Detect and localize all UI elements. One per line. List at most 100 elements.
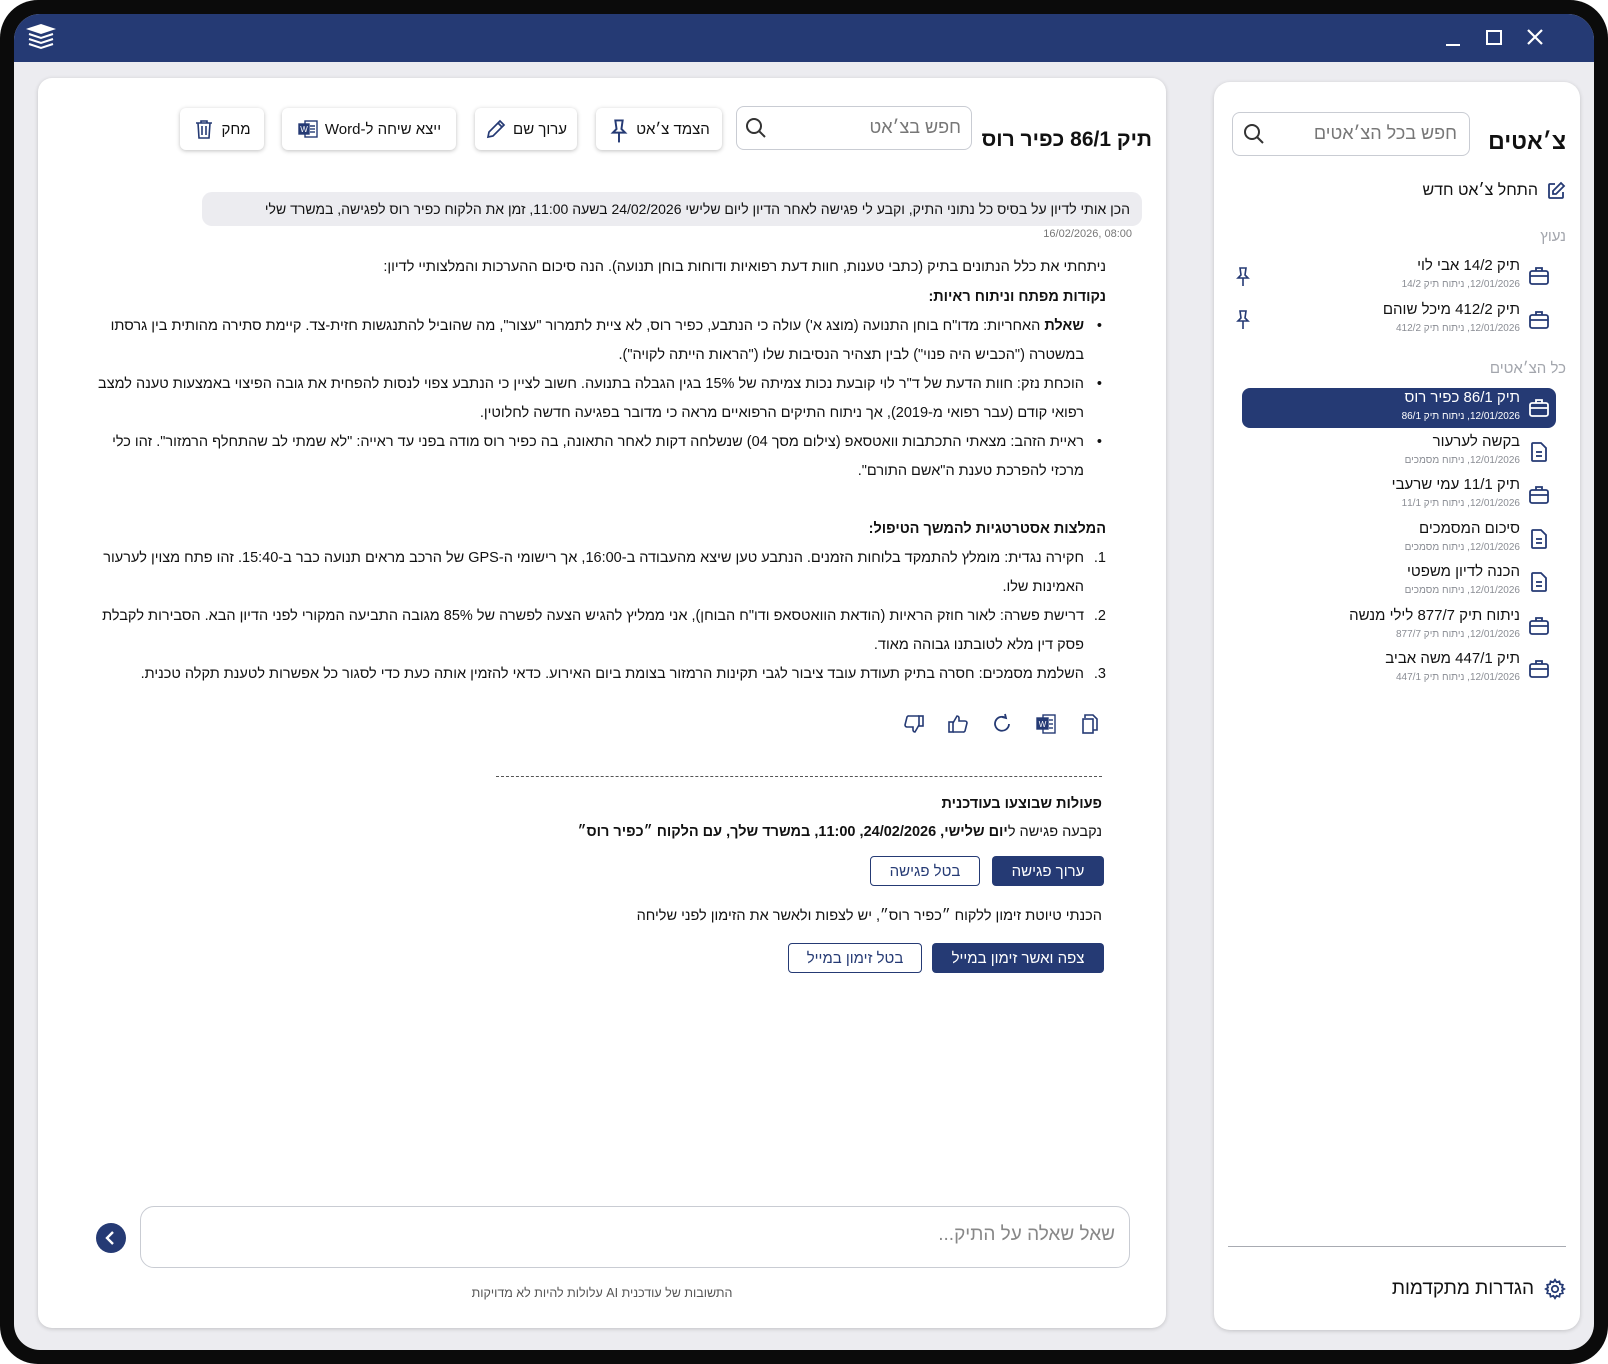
key-points-heading: נקודות מפתח וניתוח ראיות: xyxy=(928,289,1106,305)
chat-item-meta: 12/01/2026, ניתוח תיק 86/1 xyxy=(1401,411,1520,422)
chat-item-meta: 12/01/2026, ניתוח תיק 11/1 xyxy=(1401,498,1520,509)
briefcase-icon xyxy=(1528,309,1550,331)
list-item: ראיית הזהב: מצאתי התכתבות וואטסאפ (צילום… xyxy=(76,428,1106,486)
list-item: שאלת האחריות: מדו"ח בוחן התנועה (מוצג א'… xyxy=(76,312,1106,370)
chat-item-name: תיק 14/2 אבי לוי xyxy=(1417,257,1520,274)
list-item-text: הוכחת נזק: חוות הדעת של ד"ר לוי קובעת נכ… xyxy=(98,376,1084,421)
ai-disclaimer: התשובות של עודכנית AI עלולות להיות לא מד… xyxy=(471,1286,733,1300)
delete-label: מחק xyxy=(221,120,251,138)
chat-item-active[interactable]: תיק 86/1 כפיר רוס 12/01/2026, ניתוח תיק … xyxy=(1242,388,1556,428)
close-icon[interactable] xyxy=(1522,26,1548,50)
chat-item-meta: 12/01/2026, ניתוח תיק 412/2 xyxy=(1396,323,1520,334)
edit-meeting-button[interactable]: ערוך פגישה xyxy=(992,856,1104,886)
chat-item-pinned-2[interactable]: תיק 412/2 מיכל שוהם 12/01/2026, ניתוח תי… xyxy=(1242,300,1556,340)
list-item-text: השלמת מסמכים: חסרה בתיק תעודת עובד ציבור… xyxy=(140,666,1084,682)
question-input[interactable]: שאל שאלה על התיק... xyxy=(140,1206,1130,1268)
list-item-text: ראיית הזהב: מצאתי התכתבות וואטסאפ (צילום… xyxy=(112,434,1084,479)
list-number: 2. xyxy=(1093,608,1106,624)
all-chats-section-label: כל הצ׳אטים xyxy=(1489,360,1566,377)
svg-text:W: W xyxy=(300,125,308,134)
edit-square-icon xyxy=(1546,181,1566,201)
list-item: 1. חקירה נגדית: מומלץ להתמקד בלוחות הזמני… xyxy=(76,544,1106,602)
export-word-button[interactable]: ייצא שיחה ל-Word W xyxy=(282,108,456,150)
thumbs-down-icon[interactable] xyxy=(902,712,926,736)
meeting-confirmation: נקבעה פגישה ליום שלישי, 24/02/2026, 11:0… xyxy=(577,824,1102,840)
chat-item-name: בקשה לערעור xyxy=(1432,433,1520,450)
sidebar-divider xyxy=(1228,1246,1566,1247)
chat-item-meta: 12/01/2026, ניתוח מסמכים xyxy=(1404,542,1520,553)
chat-item-pinned-1[interactable]: תיק 14/2 אבי לוי 12/01/2026, ניתוח תיק 1… xyxy=(1242,256,1556,296)
chat-item[interactable]: תיק 447/1 משה אביב 12/01/2026, ניתוח תיק… xyxy=(1242,649,1556,689)
message-timestamp: 16/02/2026, 08:00 xyxy=(1043,228,1132,240)
chat-item-meta: 12/01/2026, ניתוח מסמכים xyxy=(1404,455,1520,466)
list-item-text: האחריות: מדו"ח בוחן התנועה (מוצג א') עול… xyxy=(110,318,1084,363)
rename-button[interactable]: ערוך שם xyxy=(475,108,577,150)
advanced-settings-button[interactable]: הגדרות מתקדמות xyxy=(1392,1278,1566,1300)
document-icon xyxy=(1528,571,1550,593)
key-points-list: שאלת האחריות: מדו"ח בוחן התנועה (מוצג א'… xyxy=(76,312,1106,486)
briefcase-icon xyxy=(1528,615,1550,637)
stacked-layers-icon xyxy=(25,23,57,51)
export-word-label: ייצא שיחה ל-Word xyxy=(324,120,442,138)
meeting-prefix: נקבעה פגישה ל xyxy=(1007,824,1102,840)
cancel-meeting-button[interactable]: בטל פגישה xyxy=(870,856,980,886)
list-item: 3. השלמת מסמכים: חסרה בתיק תעודת עובד ציב… xyxy=(76,660,1106,689)
advanced-settings-label: הגדרות מתקדמות xyxy=(1391,1278,1534,1299)
trash-icon xyxy=(193,118,215,140)
chat-item[interactable]: ניתוח תיק 877/7 לילי מנשה 12/01/2026, ני… xyxy=(1242,606,1556,646)
recommendations-list: 1. חקירה נגדית: מומלץ להתמקד בלוחות הזמני… xyxy=(76,544,1106,689)
search-icon xyxy=(1243,123,1265,145)
delete-button[interactable]: מחק xyxy=(180,108,264,150)
thumbs-up-icon[interactable] xyxy=(946,712,970,736)
send-button[interactable] xyxy=(96,1223,126,1253)
chats-search-input[interactable]: חפש בכל הצ׳אטים xyxy=(1232,112,1470,156)
minimize-icon[interactable] xyxy=(1440,26,1466,50)
device-frame: צ׳אטים חפש בכל הצ׳אטים התחל צ׳אט חדש נעו… xyxy=(0,0,1608,1364)
input-placeholder: שאל שאלה על התיק... xyxy=(938,1224,1115,1245)
word-export-icon[interactable]: W xyxy=(1034,712,1058,736)
pencil-icon xyxy=(485,118,507,140)
search-icon xyxy=(745,117,767,139)
chats-sidebar: צ׳אטים חפש בכל הצ׳אטים התחל צ׳אט חדש נעו… xyxy=(1214,82,1580,1330)
chat-item-name: תיק 447/1 משה אביב xyxy=(1385,650,1520,667)
chat-panel: תיק 86/1 כפיר רוס חפש בצ׳אט הצמד צ׳אט ער… xyxy=(38,78,1166,1328)
search-placeholder: חפש בכל הצ׳אטים xyxy=(1313,123,1457,143)
document-icon xyxy=(1528,528,1550,550)
chat-item-name: תיק 86/1 כפיר רוס xyxy=(1404,389,1521,406)
chat-item[interactable]: בקשה לערעור 12/01/2026, ניתוח מסמכים xyxy=(1242,432,1556,472)
chat-item-name: תיק 412/2 מיכל שוהם xyxy=(1382,301,1520,318)
briefcase-icon xyxy=(1528,658,1550,680)
pin-icon[interactable] xyxy=(1234,266,1252,288)
pin-chat-label: הצמד צ׳אט xyxy=(636,120,710,138)
chat-item-name: תיק 11/1 עמי שרעבי xyxy=(1391,476,1520,493)
list-number: 1. xyxy=(1093,550,1106,566)
answer-intro: ניתחתי את כלל הנתונים בתיק (כתבי טענות, … xyxy=(383,259,1106,275)
svg-text:W: W xyxy=(1039,720,1047,729)
chat-item-meta: 12/01/2026, ניתוח תיק 877/7 xyxy=(1396,629,1520,640)
list-item-bold: שאלת xyxy=(1044,318,1084,334)
chat-item[interactable]: סיכום המסמכים 12/01/2026, ניתוח מסמכים xyxy=(1242,519,1556,559)
chat-item[interactable]: הכנה לדיון משפטי 12/01/2026, ניתוח מסמכי… xyxy=(1242,562,1556,602)
response-actions: W xyxy=(902,712,1102,736)
chevron-left-icon xyxy=(105,1231,114,1245)
word-icon: W xyxy=(297,118,319,140)
new-chat-button[interactable]: התחל צ׳אט חדש xyxy=(1422,178,1566,204)
briefcase-icon xyxy=(1528,265,1550,287)
list-item-text: חקירה נגדית: מומלץ להתמקד בלוחות הזמנים.… xyxy=(103,550,1084,595)
maximize-icon[interactable] xyxy=(1481,26,1507,50)
pin-chat-button[interactable]: הצמד צ׳אט xyxy=(596,108,722,150)
search-placeholder: חפש בצ׳אט xyxy=(869,117,961,137)
meeting-details: יום שלישי, 24/02/2026, 11:00, במשרד שלך,… xyxy=(577,824,1008,840)
briefcase-icon xyxy=(1528,397,1550,419)
copy-icon[interactable] xyxy=(1078,712,1102,736)
regenerate-icon[interactable] xyxy=(990,712,1014,736)
pinned-section-label: נעוץ xyxy=(1540,228,1566,245)
performed-actions-heading: פעולות שבוצעו בעודכנית xyxy=(941,796,1102,812)
pin-icon[interactable] xyxy=(1234,309,1252,331)
approve-invite-button[interactable]: צפה ואשר זימון במייל xyxy=(932,943,1104,973)
chat-item-meta: 12/01/2026, ניתוח תיק 14/2 xyxy=(1401,279,1520,290)
cancel-invite-button[interactable]: בטל זימון במייל xyxy=(788,943,922,973)
chat-search-input[interactable]: חפש בצ׳אט xyxy=(736,106,972,150)
app-window: צ׳אטים חפש בכל הצ׳אטים התחל צ׳אט חדש נעו… xyxy=(14,14,1594,1350)
chat-item[interactable]: תיק 11/1 עמי שרעבי 12/01/2026, ניתוח תיק… xyxy=(1242,475,1556,515)
